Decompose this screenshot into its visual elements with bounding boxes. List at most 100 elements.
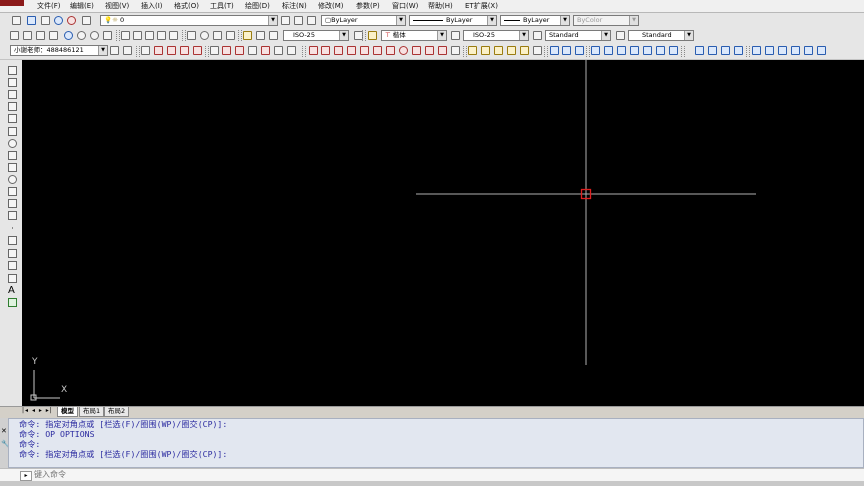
break-icon[interactable] bbox=[468, 46, 477, 55]
tab-layout1[interactable]: 布局1 bbox=[79, 407, 105, 417]
multiline-text-icon[interactable]: A bbox=[8, 286, 17, 296]
menu-draw[interactable]: 绘图(D) bbox=[245, 1, 270, 11]
text-style-manager-icon[interactable] bbox=[533, 31, 542, 40]
layer-unisolate-icon[interactable] bbox=[307, 16, 316, 25]
view-bottom-icon[interactable] bbox=[604, 46, 613, 55]
workspace-dropdown[interactable]: 小谢老师：488486121 ▼ bbox=[10, 45, 108, 56]
view-right-icon[interactable] bbox=[630, 46, 639, 55]
make-block-icon[interactable] bbox=[8, 211, 17, 220]
blend-icon[interactable] bbox=[520, 46, 529, 55]
revision-cloud-icon[interactable] bbox=[8, 151, 17, 160]
menu-format[interactable]: 格式(O) bbox=[174, 1, 199, 11]
offset-icon[interactable] bbox=[347, 46, 356, 55]
fillet-icon[interactable] bbox=[507, 46, 516, 55]
layer-match-icon[interactable] bbox=[294, 16, 303, 25]
extend-icon[interactable] bbox=[438, 46, 447, 55]
linetype-dropdown[interactable]: ByLayer ▼ bbox=[409, 15, 497, 26]
view-3d-icon-2[interactable] bbox=[562, 46, 571, 55]
menu-modify[interactable]: 修改(M) bbox=[318, 1, 344, 11]
snap-perpendicular-icon[interactable] bbox=[261, 46, 270, 55]
chamfer-icon[interactable] bbox=[494, 46, 503, 55]
menu-file[interactable]: 文件(F) bbox=[37, 1, 61, 11]
view-back-icon[interactable] bbox=[656, 46, 665, 55]
command-prompt-icon[interactable]: ▸ bbox=[20, 471, 32, 481]
lineweight-dropdown[interactable]: ByLayer ▼ bbox=[500, 15, 570, 26]
jogged-dim-icon[interactable] bbox=[77, 31, 86, 40]
ucs-icon-1[interactable] bbox=[752, 46, 761, 55]
trim-icon[interactable] bbox=[425, 46, 434, 55]
table-icon[interactable] bbox=[8, 274, 17, 283]
hatch-icon[interactable] bbox=[8, 236, 17, 245]
snap-settings-icon[interactable] bbox=[287, 46, 296, 55]
inspection-icon[interactable] bbox=[213, 31, 222, 40]
layer-state-icon[interactable] bbox=[27, 16, 36, 25]
snap-from-icon[interactable] bbox=[141, 46, 150, 55]
tab-nav-arrows-icon[interactable]: |◂ ◂ ▸ ▸| bbox=[22, 407, 53, 414]
color-dropdown[interactable]: ▢ByLayer ▼ bbox=[321, 15, 406, 26]
explode-icon[interactable] bbox=[533, 46, 542, 55]
polyline-icon[interactable] bbox=[8, 90, 17, 99]
view-ne-iso-icon[interactable] bbox=[708, 46, 717, 55]
text-style-icon[interactable] bbox=[368, 31, 377, 40]
snap-endpoint-icon[interactable] bbox=[154, 46, 163, 55]
snap-apparent-icon[interactable] bbox=[193, 46, 202, 55]
snap-parallel-icon[interactable] bbox=[274, 46, 283, 55]
view-3d-icon-1[interactable] bbox=[550, 46, 559, 55]
arc-length-dim-icon[interactable] bbox=[36, 31, 45, 40]
workspace-settings-icon[interactable] bbox=[110, 46, 119, 55]
ucs-icon-4[interactable] bbox=[791, 46, 800, 55]
lock-icon[interactable] bbox=[451, 46, 460, 55]
linear-dim-icon[interactable] bbox=[10, 31, 19, 40]
center-mark-icon[interactable] bbox=[200, 31, 209, 40]
layer-isolate-icon[interactable] bbox=[67, 16, 76, 25]
command-window-handle[interactable]: ✕ 🔧 bbox=[0, 418, 10, 468]
font-dropdown[interactable]: ⊤ 楷体 ▼ bbox=[381, 30, 447, 41]
snap-quadrant-icon[interactable] bbox=[235, 46, 244, 55]
baseline-dim-icon[interactable] bbox=[133, 31, 142, 40]
camera-icon[interactable] bbox=[734, 46, 743, 55]
rotate-icon[interactable] bbox=[386, 46, 395, 55]
layer-dropdown[interactable]: 💡☼ 0 ▼ bbox=[100, 15, 278, 26]
add-selected-icon[interactable] bbox=[8, 298, 17, 307]
ucs-icon-5[interactable] bbox=[804, 46, 813, 55]
ordinate-dim-icon[interactable] bbox=[49, 31, 58, 40]
polygon-icon[interactable] bbox=[8, 102, 17, 111]
snap-extension-icon[interactable] bbox=[210, 46, 219, 55]
point-icon[interactable]: · bbox=[8, 224, 17, 233]
erase-icon[interactable] bbox=[309, 46, 318, 55]
drawing-canvas[interactable]: Y X bbox=[22, 60, 864, 406]
snap-tangent-icon[interactable] bbox=[248, 46, 257, 55]
dim-space-icon[interactable] bbox=[157, 31, 166, 40]
dim-text-edit-icon[interactable] bbox=[256, 31, 265, 40]
radius-dim-icon[interactable] bbox=[64, 31, 73, 40]
dim-style-dropdown-2[interactable]: ISO-25 ▼ bbox=[463, 30, 529, 41]
menu-parametric[interactable]: 参数(P) bbox=[356, 1, 380, 11]
menu-dimension[interactable]: 标注(N) bbox=[282, 1, 307, 11]
table-style-manager-icon[interactable] bbox=[616, 31, 625, 40]
region-icon[interactable] bbox=[8, 261, 17, 270]
ucs-icon-6[interactable] bbox=[817, 46, 826, 55]
scale-icon[interactable] bbox=[399, 46, 408, 55]
diameter-dim-icon[interactable] bbox=[90, 31, 99, 40]
copy-icon[interactable] bbox=[321, 46, 330, 55]
menu-et-extension[interactable]: ET扩展(X) bbox=[465, 1, 498, 11]
menu-view[interactable]: 视图(V) bbox=[105, 1, 129, 11]
dim-style-icon-2[interactable] bbox=[451, 31, 460, 40]
menu-window[interactable]: 窗口(W) bbox=[392, 1, 418, 11]
line-icon[interactable] bbox=[8, 66, 17, 75]
ellipse-arc-icon[interactable] bbox=[8, 187, 17, 196]
ucs-icon-2[interactable] bbox=[765, 46, 774, 55]
layer-previous-icon[interactable] bbox=[82, 16, 91, 25]
insert-block-icon[interactable] bbox=[8, 199, 17, 208]
view-se-iso-icon[interactable] bbox=[695, 46, 704, 55]
rectangle-icon[interactable] bbox=[8, 114, 17, 123]
aligned-dim-icon[interactable] bbox=[23, 31, 32, 40]
circle-icon[interactable] bbox=[8, 139, 17, 148]
dim-break-icon[interactable] bbox=[169, 31, 178, 40]
dim-update-icon[interactable] bbox=[269, 31, 278, 40]
menu-edit[interactable]: 编辑(E) bbox=[70, 1, 94, 11]
ucs-icon-3[interactable] bbox=[778, 46, 787, 55]
gradient-icon[interactable] bbox=[8, 249, 17, 258]
menu-help[interactable]: 帮助(H) bbox=[428, 1, 453, 11]
tolerance-icon[interactable] bbox=[187, 31, 196, 40]
